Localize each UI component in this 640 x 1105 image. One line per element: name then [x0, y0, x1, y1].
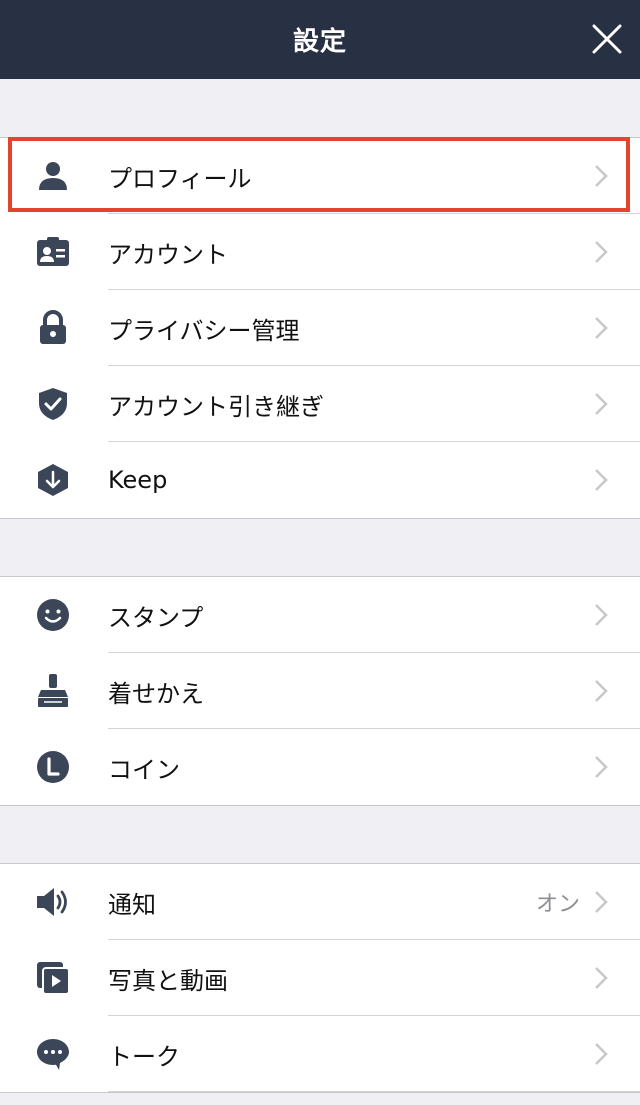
chevron-right-icon	[594, 392, 614, 416]
close-button[interactable]	[590, 22, 624, 56]
settings-item-chats[interactable]: トーク	[0, 1016, 640, 1092]
paintbrush-icon	[33, 671, 73, 711]
chevron-right-icon	[594, 679, 614, 703]
settings-item-label: アカウント引き継ぎ	[108, 392, 324, 421]
settings-item-value: オン	[535, 892, 580, 917]
settings-item-photos-videos[interactable]: 写真と動画	[0, 940, 640, 1016]
photo-video-icon	[33, 958, 73, 998]
chevron-right-icon	[594, 603, 614, 627]
chevron-right-icon	[594, 755, 614, 779]
smiley-icon	[33, 595, 73, 635]
chevron-right-icon	[594, 966, 614, 990]
settings-item-label: 着せかえ	[108, 679, 204, 708]
settings-section-general: 通知 オン 写真と動画 トーク	[0, 863, 640, 1093]
settings-item-label: 通知	[108, 890, 156, 919]
settings-item-label: プライバシー管理	[108, 316, 300, 345]
settings-item-account-transfer[interactable]: アカウント引き継ぎ	[0, 366, 640, 442]
close-icon	[592, 24, 622, 54]
person-icon	[33, 156, 73, 196]
chevron-right-icon	[594, 240, 614, 264]
keep-download-icon	[33, 460, 73, 500]
settings-item-label: Keep	[108, 466, 168, 494]
settings-item-label: トーク	[108, 1042, 180, 1071]
chat-bubble-icon	[33, 1034, 73, 1074]
settings-item-account[interactable]: アカウント	[0, 214, 640, 290]
settings-item-keep[interactable]: Keep	[0, 442, 640, 518]
header-bar: 設定	[0, 0, 640, 79]
chevron-right-icon	[594, 468, 614, 492]
settings-section-shop: スタンプ 着せかえ コイン	[0, 576, 640, 806]
settings-item-label: スタンプ	[108, 603, 204, 632]
chevron-right-icon	[594, 1042, 614, 1066]
settings-item-coins[interactable]: コイン	[0, 729, 640, 805]
settings-item-label: アカウント	[108, 240, 228, 269]
coin-icon	[33, 747, 73, 787]
settings-item-notifications[interactable]: 通知 オン	[0, 864, 640, 940]
chevron-right-icon	[594, 164, 614, 188]
settings-item-label: プロフィール	[108, 164, 252, 193]
settings-item-label: コイン	[108, 755, 180, 784]
chevron-right-icon	[594, 316, 614, 340]
lock-icon	[33, 308, 73, 348]
page-title: 設定	[292, 27, 347, 57]
settings-item-stickers[interactable]: スタンプ	[0, 577, 640, 653]
chevron-right-icon	[594, 890, 614, 914]
settings-item-themes[interactable]: 着せかえ	[0, 653, 640, 729]
settings-section-account: プロフィール アカウント プライバシー管理 アカウント引き継ぎ Keep	[0, 137, 640, 519]
settings-item-privacy[interactable]: プライバシー管理	[0, 290, 640, 366]
settings-item-profile[interactable]: プロフィール	[0, 137, 640, 214]
id-card-icon	[33, 232, 73, 272]
settings-item-label: 写真と動画	[108, 966, 228, 995]
speaker-icon	[33, 882, 73, 922]
shield-check-icon	[33, 384, 73, 424]
